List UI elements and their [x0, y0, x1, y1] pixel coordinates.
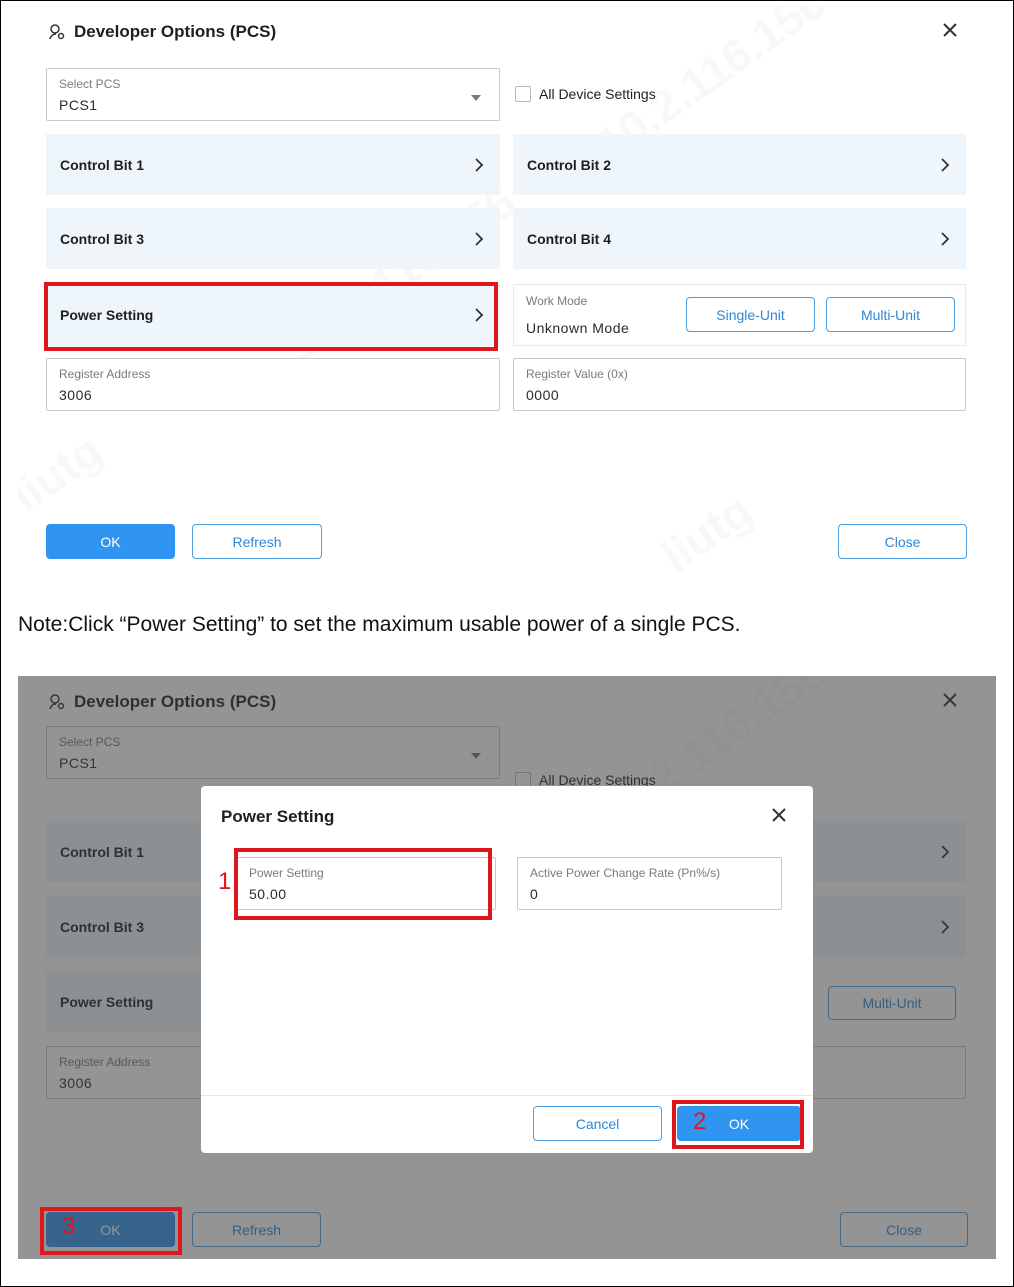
select-pcs-dropdown[interactable]: Select PCS PCS1	[46, 68, 500, 121]
watermark: liutg	[651, 483, 762, 583]
register-address-field[interactable]: Register Address 3006	[46, 358, 500, 411]
work-mode-value: Unknown Mode	[526, 320, 630, 336]
active-power-change-rate-label: Active Power Change Rate (Pn%/s)	[530, 866, 721, 880]
close-icon[interactable]	[938, 18, 962, 42]
register-value-value: 0000	[526, 387, 560, 403]
checkbox-box[interactable]	[515, 86, 531, 102]
all-device-settings-label: All Device Settings	[539, 86, 656, 102]
register-value-field[interactable]: Register Value (0x) 0000	[513, 358, 966, 411]
all-device-settings-checkbox[interactable]: All Device Settings	[515, 86, 656, 102]
control-bit-1-card[interactable]: Control Bit 1	[46, 134, 500, 195]
developer-options-dialog-bottom: 10.2.116.156 Developer Options (PCS) Sel…	[18, 676, 996, 1259]
close-button[interactable]: Close	[838, 524, 967, 559]
select-pcs-label: Select PCS	[59, 77, 121, 91]
single-unit-button[interactable]: Single-Unit	[686, 297, 815, 332]
control-bit-4-label: Control Bit 4	[527, 230, 611, 247]
dialog-title: Developer Options (PCS)	[48, 22, 276, 42]
step-number: 2	[693, 1108, 707, 1135]
control-bit-1-label: Control Bit 1	[60, 156, 144, 173]
step-number: 1	[218, 868, 232, 895]
note-text: Note:Click “Power Setting” to set the ma…	[18, 613, 741, 636]
chevron-right-icon	[941, 157, 950, 172]
cancel-button[interactable]: Cancel	[533, 1106, 662, 1141]
highlight-box	[234, 848, 492, 920]
developer-icon	[49, 24, 65, 40]
control-bit-2-card[interactable]: Control Bit 2	[513, 134, 966, 195]
control-bit-3-card[interactable]: Control Bit 3	[46, 208, 500, 269]
modal-title: Power Setting	[221, 807, 335, 826]
multi-unit-button[interactable]: Multi-Unit	[826, 297, 955, 332]
power-setting-modal: Power Setting Power Setting 50.00 Active…	[201, 786, 813, 1153]
active-power-change-rate-value: 0	[530, 886, 539, 902]
register-address-label: Register Address	[59, 367, 151, 381]
highlight-box	[672, 1100, 804, 1149]
active-power-change-rate-input[interactable]: Active Power Change Rate (Pn%/s) 0	[517, 857, 782, 910]
control-bit-4-card[interactable]: Control Bit 4	[513, 208, 966, 269]
watermark: liutg	[18, 423, 112, 523]
close-icon[interactable]	[769, 805, 789, 825]
modal-footer-divider	[201, 1095, 813, 1096]
control-bit-2-label: Control Bit 2	[527, 156, 611, 173]
chevron-down-icon	[471, 95, 481, 101]
control-bit-3-label: Control Bit 3	[60, 230, 144, 247]
chevron-right-icon	[941, 231, 950, 246]
register-value-label: Register Value (0x)	[526, 367, 628, 381]
ok-button[interactable]: OK	[46, 524, 175, 559]
chevron-right-icon	[475, 157, 484, 172]
work-mode-label: Work Mode	[526, 294, 588, 308]
step-number: 3	[62, 1213, 76, 1240]
developer-options-dialog-top: 10.2.116.156 10.2.116.156 liutg liutg De…	[18, 6, 996, 588]
select-pcs-value: PCS1	[59, 97, 98, 113]
refresh-button[interactable]: Refresh	[192, 524, 322, 559]
dialog-title-text: Developer Options (PCS)	[74, 22, 277, 41]
chevron-right-icon	[475, 231, 484, 246]
register-address-value: 3006	[59, 387, 93, 403]
highlight-box	[44, 282, 498, 351]
